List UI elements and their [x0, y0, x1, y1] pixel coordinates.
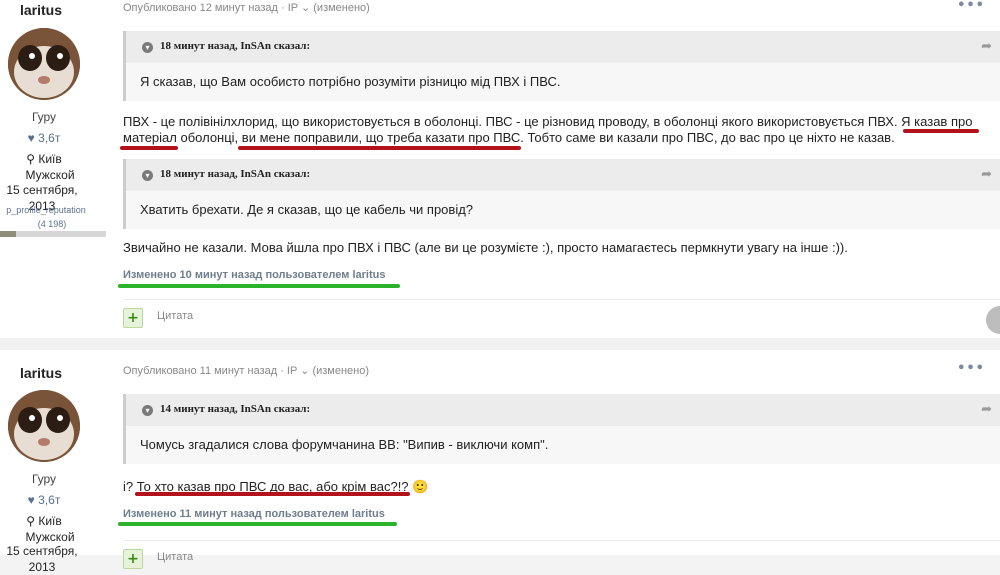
user-rank: Гуру [31, 110, 57, 124]
quote-header: ▾ 18 минут назад, InSAn сказал: ➦ [126, 31, 1000, 63]
quote-button[interactable]: Цитата [157, 551, 193, 563]
reputation-label: p_profile_reputation [6, 205, 86, 215]
red-underline [135, 492, 410, 496]
post-divider [0, 338, 1000, 350]
author-name[interactable]: laritus [0, 2, 82, 18]
quote-title[interactable]: 18 минут назад, InSAn сказал: [160, 40, 310, 52]
plus-icon[interactable]: + [123, 549, 143, 569]
location-pin-icon: ⚲ [26, 514, 39, 528]
reputation-count: (4 198) [37, 219, 67, 229]
quote-text: Я сказав, що Вам особисто потрібно розум… [140, 74, 561, 89]
quote: ▾ 18 минут назад, InSAn сказал: ➦ Хватит… [123, 159, 1000, 229]
quote-toggle-icon[interactable]: ▾ [142, 42, 153, 53]
post-text-line: матеріал оболонці, ви мене поправили, що… [123, 130, 895, 145]
share-icon[interactable]: ➦ [981, 167, 992, 182]
reputation[interactable]: ♥ 3,6т [0, 131, 88, 145]
edited-note[interactable]: Изменено 11 минут назад пользователем la… [123, 508, 385, 520]
avatar[interactable] [8, 390, 80, 462]
post-meta[interactable]: Опубликовано 11 минут назад · IP ⌄ (изме… [123, 364, 369, 377]
green-underline [118, 522, 397, 526]
reputation-value: 3,6т [38, 493, 61, 507]
location-value: Київ [38, 514, 62, 528]
post: laritus Гуру ♥ 3,6т ⚲ Київ Мужской 15 се… [0, 0, 1000, 338]
quote-toggle-icon[interactable]: ▾ [142, 405, 153, 416]
user-rank: Гуру [31, 472, 57, 486]
quote-header: ▾ 14 минут назад, InSAn сказал: ➦ [126, 394, 1000, 426]
quote-text: Чомусь згадалися слова форумчанина ВВ: "… [140, 437, 549, 452]
post-meta[interactable]: Опубликовано 12 минут назад · IP ⌄ (изме… [123, 1, 370, 14]
post-text-line: ПВХ - це полівінілхлорид, що використову… [123, 114, 973, 129]
quote-title[interactable]: 14 минут назад, InSAn сказал: [160, 403, 310, 415]
share-icon[interactable]: ➦ [981, 39, 992, 54]
quote-header: ▾ 18 минут назад, InSAn сказал: ➦ [126, 159, 1000, 191]
reaction-icon[interactable] [986, 306, 1000, 334]
edited-note[interactable]: Изменено 10 минут назад пользователем la… [123, 269, 385, 281]
reputation-bar [0, 231, 106, 237]
quote-title[interactable]: 18 минут назад, InSAn сказал: [160, 168, 310, 180]
post: laritus Гуру ♥ 3,6т ⚲ Київ Мужской 15 се… [0, 350, 1000, 574]
location: ⚲ Київ [0, 151, 88, 167]
share-icon[interactable]: ➦ [981, 402, 992, 417]
red-underline [120, 146, 178, 150]
join-date: 15 сентября, 2013 [6, 544, 78, 574]
quote: ▾ 14 минут назад, InSAn сказал: ➦ Чомусь… [123, 394, 1000, 464]
reputation-value: 3,6т [38, 131, 61, 145]
green-underline [118, 284, 400, 288]
avatar[interactable] [8, 28, 80, 100]
plus-icon[interactable]: + [123, 308, 143, 328]
gender: Мужской [25, 168, 75, 182]
author-name[interactable]: laritus [0, 365, 82, 381]
quote-toggle-icon[interactable]: ▾ [142, 170, 153, 181]
location-pin-icon: ⚲ [26, 152, 39, 166]
quote-button[interactable]: Цитата [157, 310, 193, 322]
more-dots-icon[interactable]: ••• [957, 0, 985, 13]
red-underline [903, 129, 979, 133]
more-dots-icon[interactable]: ••• [957, 361, 985, 376]
reputation-icon: ♥ [27, 493, 39, 507]
quote: ▾ 18 минут назад, InSAn сказал: ➦ Я сказ… [123, 31, 1000, 101]
post-actions: + Цитата [123, 299, 1000, 334]
post-text-line: Звичайно не казали. Мова йшла про ПВХ і … [123, 240, 848, 255]
location: ⚲ Київ [0, 513, 88, 529]
reputation[interactable]: ♥ 3,6т [0, 493, 88, 507]
quote-text: Хватить брехати. Де я сказав, що це кабе… [140, 202, 474, 217]
reputation-bar-fill [0, 231, 16, 237]
red-underline [238, 146, 521, 150]
reputation-icon: ♥ [27, 131, 39, 145]
location-value: Київ [38, 152, 62, 166]
